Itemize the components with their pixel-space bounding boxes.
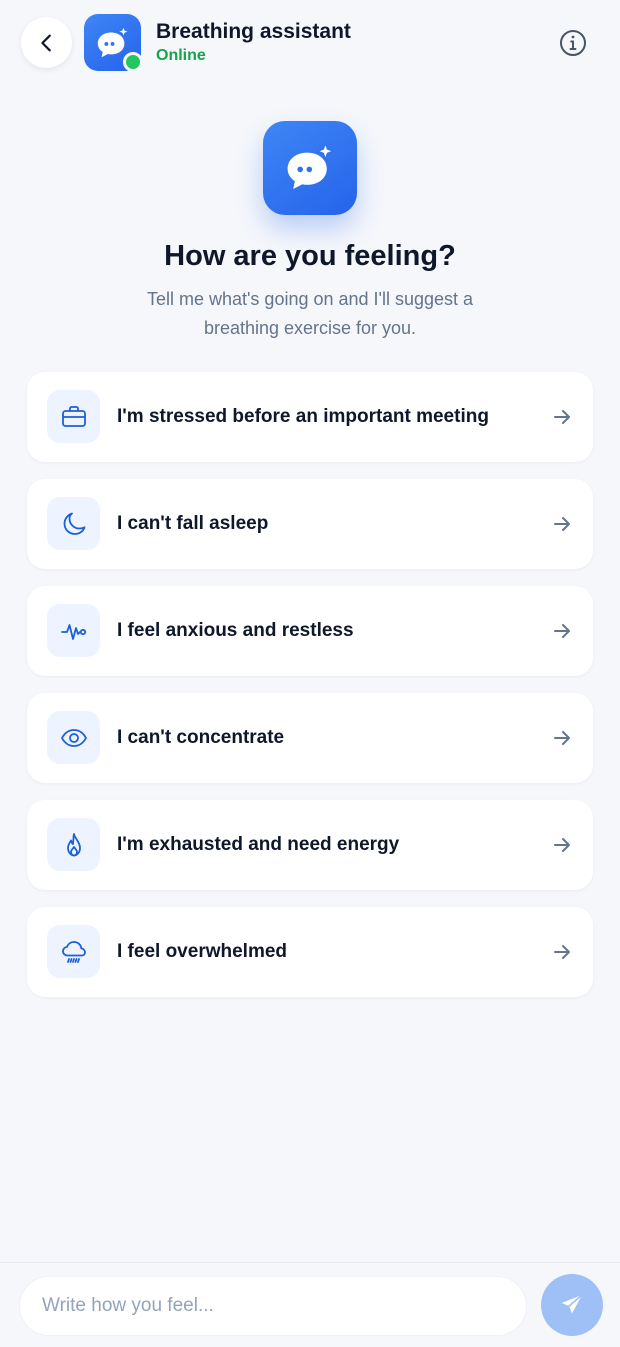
back-button[interactable] — [21, 17, 72, 68]
arrow-right-icon — [552, 514, 572, 534]
chevron-left-icon — [40, 34, 51, 51]
page-title: How are you feeling? — [164, 240, 456, 272]
option-icon-tile — [47, 925, 100, 978]
hero-assistant-icon — [263, 121, 357, 215]
chat-header: Breathing assistant Online — [0, 0, 620, 86]
option-anxious-restless[interactable]: I feel anxious and restless — [27, 586, 593, 676]
message-composer — [0, 1262, 620, 1347]
option-exhausted-energy[interactable]: I'm exhausted and need energy — [27, 800, 593, 890]
assistant-status: Online — [156, 47, 206, 64]
option-icon-tile — [47, 711, 100, 764]
arrow-right-icon — [552, 621, 572, 641]
message-input[interactable] — [20, 1277, 526, 1335]
option-cant-sleep[interactable]: I can't fall asleep — [27, 479, 593, 569]
cloud-rain-icon — [61, 940, 86, 963]
option-icon-tile — [47, 604, 100, 657]
option-label: I feel anxious and restless — [117, 620, 354, 641]
option-label: I can't concentrate — [117, 727, 285, 748]
option-label: I'm stressed before an important meeting — [117, 406, 489, 427]
option-icon-tile — [47, 390, 100, 443]
info-icon — [560, 30, 586, 56]
option-stressed-meeting[interactable]: I'm stressed before an important meeting — [27, 372, 593, 462]
moon-icon — [63, 512, 85, 535]
page-subtitle: Tell me what's going on and I'll suggest… — [146, 289, 474, 338]
option-label: I feel overwhelmed — [117, 941, 288, 962]
send-button[interactable] — [541, 1274, 603, 1336]
online-status-dot — [123, 52, 143, 72]
option-overwhelmed[interactable]: I feel overwhelmed — [27, 907, 593, 997]
assistant-avatar — [84, 14, 143, 72]
option-label: I'm exhausted and need energy — [117, 834, 400, 855]
option-icon-tile — [47, 818, 100, 871]
pulse-icon — [60, 623, 86, 640]
arrow-right-icon — [552, 835, 572, 855]
chat-sparkle-icon — [287, 141, 335, 189]
arrow-right-icon — [552, 942, 572, 962]
send-icon — [561, 1294, 583, 1314]
header-title-block: Breathing assistant Online — [156, 19, 351, 66]
option-label: I can't fall asleep — [117, 513, 269, 534]
arrow-right-icon — [552, 407, 572, 427]
message-input-wrapper — [19, 1276, 527, 1336]
briefcase-icon — [61, 405, 86, 427]
flame-icon — [66, 832, 81, 856]
option-cant-concentrate[interactable]: I can't concentrate — [27, 693, 593, 783]
info-button[interactable] — [557, 27, 589, 59]
option-icon-tile — [47, 497, 100, 550]
assistant-name: Breathing assistant — [156, 20, 351, 43]
eye-icon — [60, 728, 87, 747]
arrow-right-icon — [552, 728, 572, 748]
feeling-options-list: I'm stressed before an important meeting… — [27, 372, 593, 1014]
